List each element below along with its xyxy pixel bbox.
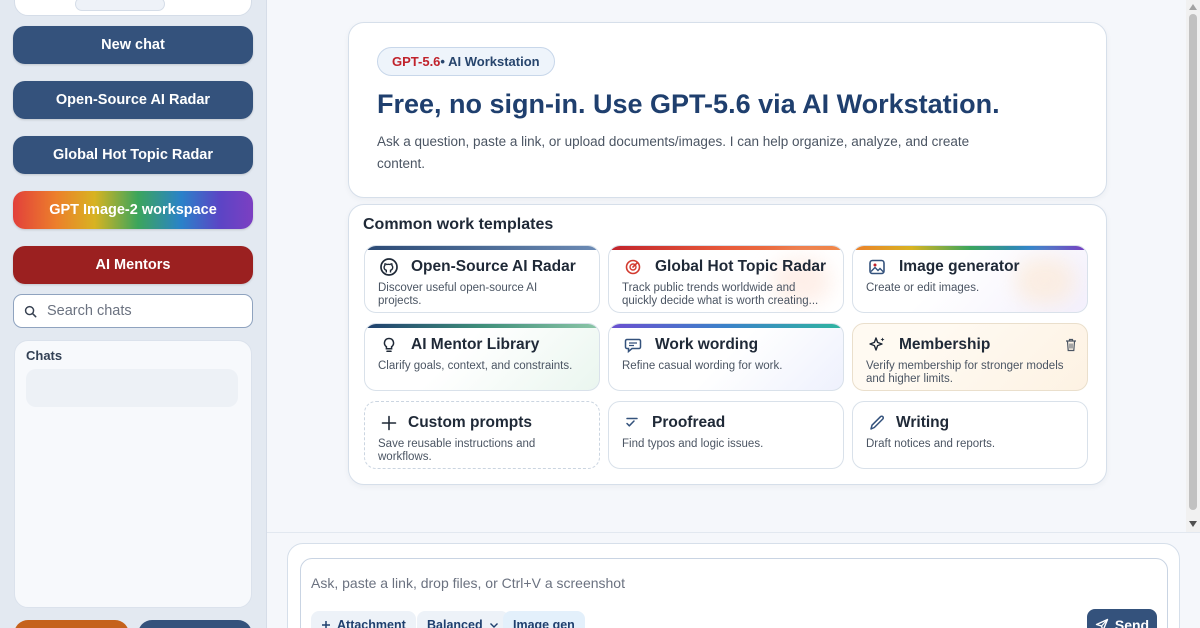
search-icon	[24, 305, 37, 317]
chat-list-placeholder	[26, 369, 238, 407]
plus-icon	[322, 621, 330, 628]
card-description: Track public trends worldwide and quickl…	[622, 282, 819, 307]
card-title: Image generator	[899, 258, 1020, 275]
open-source-radar-button[interactable]: Open-Source AI Radar	[13, 81, 253, 119]
send-button[interactable]: Send	[1087, 609, 1157, 628]
card-title: Proofread	[652, 414, 726, 431]
card-description: Verify membership for stronger models an…	[866, 360, 1064, 385]
attachment-label: Attachment	[337, 618, 406, 628]
card-accent-bar	[609, 324, 843, 328]
hero-card: GPT-5.6 • AI Workstation Free, no sign-i…	[348, 22, 1107, 198]
card-description: Find typos and logic issues.	[622, 438, 764, 450]
template-card-membership[interactable]: Membership Verify membership for stronge…	[852, 323, 1088, 391]
search-input[interactable]	[47, 303, 237, 319]
chat-bubble-icon	[624, 338, 642, 354]
scroll-down-icon[interactable]	[1189, 521, 1197, 527]
scrollbar[interactable]	[1186, 0, 1200, 532]
plus-icon	[381, 415, 397, 431]
mode-dropdown[interactable]: Balanced	[417, 611, 509, 628]
card-accent-bar	[853, 246, 1087, 250]
card-description: Create or edit images.	[866, 282, 980, 294]
template-card-proofread[interactable]: Proofread Find typos and logic issues.	[608, 401, 844, 469]
chats-panel: Chats	[14, 340, 252, 608]
card-title: Custom prompts	[408, 414, 532, 431]
templates-panel: Common work templates Open-Source AI Rad…	[348, 204, 1107, 485]
attachment-button[interactable]: Attachment	[311, 611, 416, 628]
sidebar: New chat Open-Source AI Radar Global Hot…	[0, 0, 267, 628]
scroll-up-icon[interactable]	[1189, 4, 1197, 10]
sidebar-top-card	[14, 0, 252, 16]
sparkle-icon	[869, 337, 885, 351]
composer-area: Attachment Balanced Image gen Send	[267, 532, 1200, 628]
template-card-image-generator[interactable]: Image generator Create or edit images.	[852, 245, 1088, 313]
template-card-ai-mentor-library[interactable]: AI Mentor Library Clarify goals, context…	[364, 323, 600, 391]
image-gen-label: Image gen	[513, 618, 575, 628]
message-input[interactable]	[311, 575, 1071, 591]
check-list-icon	[626, 417, 638, 427]
template-card-hot-topic-radar[interactable]: Global Hot Topic Radar Track public tren…	[608, 245, 844, 313]
badge-workstation: • AI Workstation	[440, 54, 540, 69]
sidebar-bottom-button-right[interactable]	[138, 620, 252, 628]
composer-container: Attachment Balanced Image gen Send	[287, 543, 1180, 628]
scroll-thumb[interactable]	[1189, 14, 1197, 510]
template-card-custom-prompts[interactable]: Custom prompts Save reusable instruction…	[364, 401, 600, 469]
card-accent-bar	[365, 246, 599, 250]
badge-model-name: GPT-5.6	[392, 54, 441, 69]
ai-mentors-button[interactable]: AI Mentors	[13, 246, 253, 284]
template-card-work-wording[interactable]: Work wording Refine casual wording for w…	[608, 323, 844, 391]
card-title: Writing	[896, 414, 950, 431]
image-workspace-button[interactable]: GPT Image-2 workspace	[13, 191, 253, 229]
search-box[interactable]	[13, 294, 253, 328]
card-description: Clarify goals, context, and constraints.	[378, 360, 573, 372]
composer-box[interactable]: Attachment Balanced Image gen Send	[300, 558, 1168, 628]
card-description: Save reusable instructions and workflows…	[378, 438, 536, 463]
hero-title: Free, no sign-in. Use GPT-5.6 via AI Wor…	[377, 89, 1000, 119]
github-icon	[380, 258, 398, 276]
template-card-writing[interactable]: Writing Draft notices and reports.	[852, 401, 1088, 469]
card-description: Discover useful open-source AI projects.	[378, 282, 538, 307]
chats-title: Chats	[26, 348, 63, 363]
trash-icon[interactable]	[1065, 338, 1077, 352]
new-chat-button[interactable]: New chat	[13, 26, 253, 64]
chevron-down-icon	[489, 623, 498, 628]
card-description: Refine casual wording for work.	[622, 360, 783, 372]
sidebar-top-pill[interactable]	[75, 0, 165, 11]
image-gen-button[interactable]: Image gen	[503, 611, 585, 628]
card-accent-bar	[609, 246, 843, 250]
mode-label: Balanced	[427, 618, 483, 628]
hot-topic-radar-button[interactable]: Global Hot Topic Radar	[13, 136, 253, 174]
image-icon	[869, 259, 885, 275]
card-title: AI Mentor Library	[411, 336, 540, 353]
card-title: Global Hot Topic Radar	[655, 258, 827, 275]
send-label: Send	[1114, 617, 1150, 628]
card-description: Draft notices and reports.	[866, 438, 996, 450]
send-icon	[1095, 618, 1109, 628]
hero-description: Ask a question, paste a link, or upload …	[377, 134, 970, 171]
pen-icon	[870, 415, 884, 430]
radar-icon	[625, 259, 641, 275]
card-accent-bar	[365, 324, 599, 328]
lightbulb-icon	[383, 337, 395, 352]
card-title: Open-Source AI Radar	[411, 258, 576, 275]
sidebar-bottom-button-left[interactable]	[14, 620, 129, 628]
card-glow	[1015, 258, 1075, 304]
templates-title: Common work templates	[363, 216, 554, 233]
template-card-open-source-radar[interactable]: Open-Source AI Radar Discover useful ope…	[364, 245, 600, 313]
card-title: Membership	[899, 336, 991, 353]
card-title: Work wording	[655, 336, 759, 353]
model-badge: GPT-5.6 • AI Workstation	[377, 47, 555, 76]
